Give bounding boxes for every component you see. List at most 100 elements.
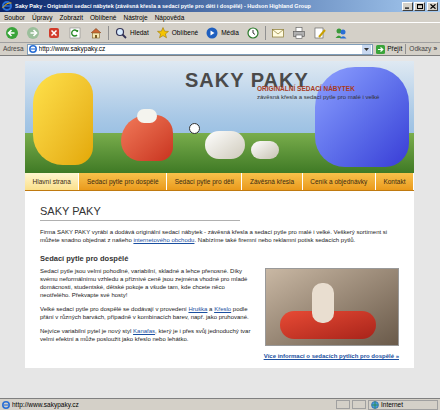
text-link[interactable]: Kanafas	[133, 328, 155, 334]
title-bar: Saky Paky - Originální sedací nábytek (z…	[0, 0, 440, 12]
text-segment: Velké sedací pytle pro dospělé se dodáva…	[40, 306, 188, 312]
address-bar: Adresahttp://www.sakypaky.czPřejítOdkazy…	[0, 43, 440, 55]
back-icon	[5, 26, 19, 40]
status-bar: http://www.sakypaky.cz Internet	[0, 398, 440, 410]
section-title: Sedací pytle pro dospělé	[40, 254, 399, 264]
menu-bar: Soubor Úpravy Zobrazit Oblíbené Nástroje Nápo…	[0, 12, 440, 23]
forward[interactable]	[24, 25, 42, 41]
paragraph: Nejvíce variabilní pytel je nový styl Ka…	[40, 327, 255, 343]
address-url: http://www.sakypaky.cz	[39, 44, 361, 54]
nav-tab[interactable]: Ceník a objednávky	[303, 173, 376, 190]
paragraph: Velké sedací pytle pro dospělé se dodáva…	[40, 305, 255, 321]
nav-tab[interactable]: Závěsná křesla	[242, 173, 302, 190]
back[interactable]	[3, 25, 21, 41]
menu-item[interactable]: Úpravy	[32, 12, 53, 23]
nav-tab[interactable]: Sedací pytle pro dospělé	[79, 173, 167, 190]
blue-beanbag	[315, 67, 409, 167]
go-button[interactable]: Přejít	[376, 43, 402, 55]
page-heading: SAKY PAKY	[40, 205, 240, 218]
status-page-icon	[2, 401, 10, 409]
dropdown-icon[interactable]	[362, 45, 371, 54]
menu-item[interactable]: Soubor	[4, 12, 25, 23]
heading-block: SAKY PAKY	[40, 205, 240, 221]
main-nav: Hlavní strana Sedací pytle pro dospělé Sed…	[25, 173, 414, 191]
stop[interactable]	[45, 25, 63, 41]
media[interactable]: Média	[203, 25, 241, 41]
text-segment: a	[207, 306, 214, 312]
edit-icon	[313, 26, 327, 40]
site-page: SAKY PAKYORIGINÁLNÍ SEDACÍ NÁBYTEKzávěsn…	[25, 61, 414, 368]
toolbar-separator	[405, 44, 406, 54]
menu-item[interactable]: Oblíbené	[90, 12, 116, 23]
text-link[interactable]: Křeslo	[214, 306, 231, 312]
status-zone-label: Internet	[381, 400, 403, 410]
address-field[interactable]: http://www.sakypaky.cz	[27, 44, 374, 55]
nav-tab[interactable]: Kontakt	[376, 173, 414, 190]
mail[interactable]	[269, 25, 287, 41]
window-title: Saky Paky - Originální sedací nábytek (z…	[15, 0, 399, 12]
site-subtitle: závěsná křesla a sedací pytle pro malé i…	[257, 93, 379, 101]
favorites-label: Oblíbené	[172, 25, 198, 41]
refresh-icon	[68, 26, 82, 40]
globe-icon	[371, 401, 379, 409]
status-zone: Internet	[368, 400, 438, 410]
messenger-icon	[334, 26, 348, 40]
search[interactable]: Hledat	[112, 25, 151, 41]
status-url: http://www.sakypaky.cz	[12, 399, 334, 410]
text-column: Sedací pytle jsou velmi pohodlné, variab…	[40, 267, 255, 343]
white-beanbag	[137, 109, 157, 123]
links-label: Odkazy	[409, 43, 431, 55]
nav-tab-label: Ceník a objednávky	[310, 173, 367, 190]
white-beanbag	[205, 131, 245, 159]
page-viewport: SAKY PAKYORIGINÁLNÍ SEDACÍ NÁBYTEKzávěsn…	[0, 55, 440, 398]
menu-item[interactable]: Nástroje	[123, 12, 147, 23]
stop-icon	[47, 26, 61, 40]
toolbar-separator	[108, 26, 109, 40]
nav-tab[interactable]: Sedací pytle pro děti	[167, 173, 242, 190]
nav-tab-label: Kontakt	[383, 173, 405, 190]
status-panel	[352, 400, 366, 409]
toolbar-separator	[265, 26, 266, 40]
edit[interactable]	[311, 25, 329, 41]
close-icon[interactable]	[427, 2, 438, 11]
links-button[interactable]: Odkazy»	[409, 43, 437, 55]
print-icon	[292, 26, 306, 40]
history-icon	[246, 26, 260, 40]
more-row: Více informací o sedacích pytlích pro do…	[40, 352, 399, 360]
go-label: Přejít	[387, 43, 402, 55]
links-arrow: »	[433, 43, 437, 55]
mail-icon	[271, 26, 285, 40]
nav-tab[interactable]: Hlavní strana	[25, 173, 79, 190]
menu-item[interactable]: Nápověda	[155, 12, 185, 23]
history[interactable]	[244, 25, 262, 41]
search-label: Hledat	[130, 25, 149, 41]
media-icon	[205, 26, 219, 40]
nav-tab-label: Sedací pytle pro děti	[175, 173, 234, 190]
print[interactable]	[290, 25, 308, 41]
product-photo	[265, 268, 399, 346]
nav-tab-label: Hlavní strana	[33, 173, 71, 190]
text-link[interactable]: Hruška	[188, 306, 207, 312]
page-icon	[29, 45, 37, 53]
refresh[interactable]	[66, 25, 84, 41]
menu-item[interactable]: Zobrazit	[60, 12, 83, 23]
text-segment: Nejvíce variabilní pytel je nový styl	[40, 328, 133, 334]
text-link[interactable]: internetového obchodu	[133, 237, 194, 243]
toolbar: Hledat Oblíbené Média	[0, 23, 440, 43]
section-row: Sedací pytle jsou velmi pohodlné, variab…	[40, 267, 399, 346]
favorites-icon	[156, 26, 170, 40]
site-header: SAKY PAKYORIGINÁLNÍ SEDACÍ NÁBYTEKzávěsn…	[25, 61, 414, 173]
maximize-icon[interactable]	[414, 2, 425, 11]
messenger[interactable]	[332, 25, 350, 41]
paragraph: Sedací pytle jsou velmi pohodlné, variab…	[40, 267, 255, 299]
status-panel	[336, 400, 350, 409]
go-arrow-icon	[376, 45, 385, 54]
window-controls	[402, 2, 438, 11]
favorites[interactable]: Oblíbené	[154, 25, 200, 41]
white-beanbag	[251, 141, 279, 159]
home[interactable]	[87, 25, 105, 41]
search-icon	[114, 26, 128, 40]
home-icon	[89, 26, 103, 40]
more-link[interactable]: Více informací o sedacích pytlích pro do…	[264, 352, 399, 360]
minimize-icon[interactable]	[402, 2, 413, 11]
